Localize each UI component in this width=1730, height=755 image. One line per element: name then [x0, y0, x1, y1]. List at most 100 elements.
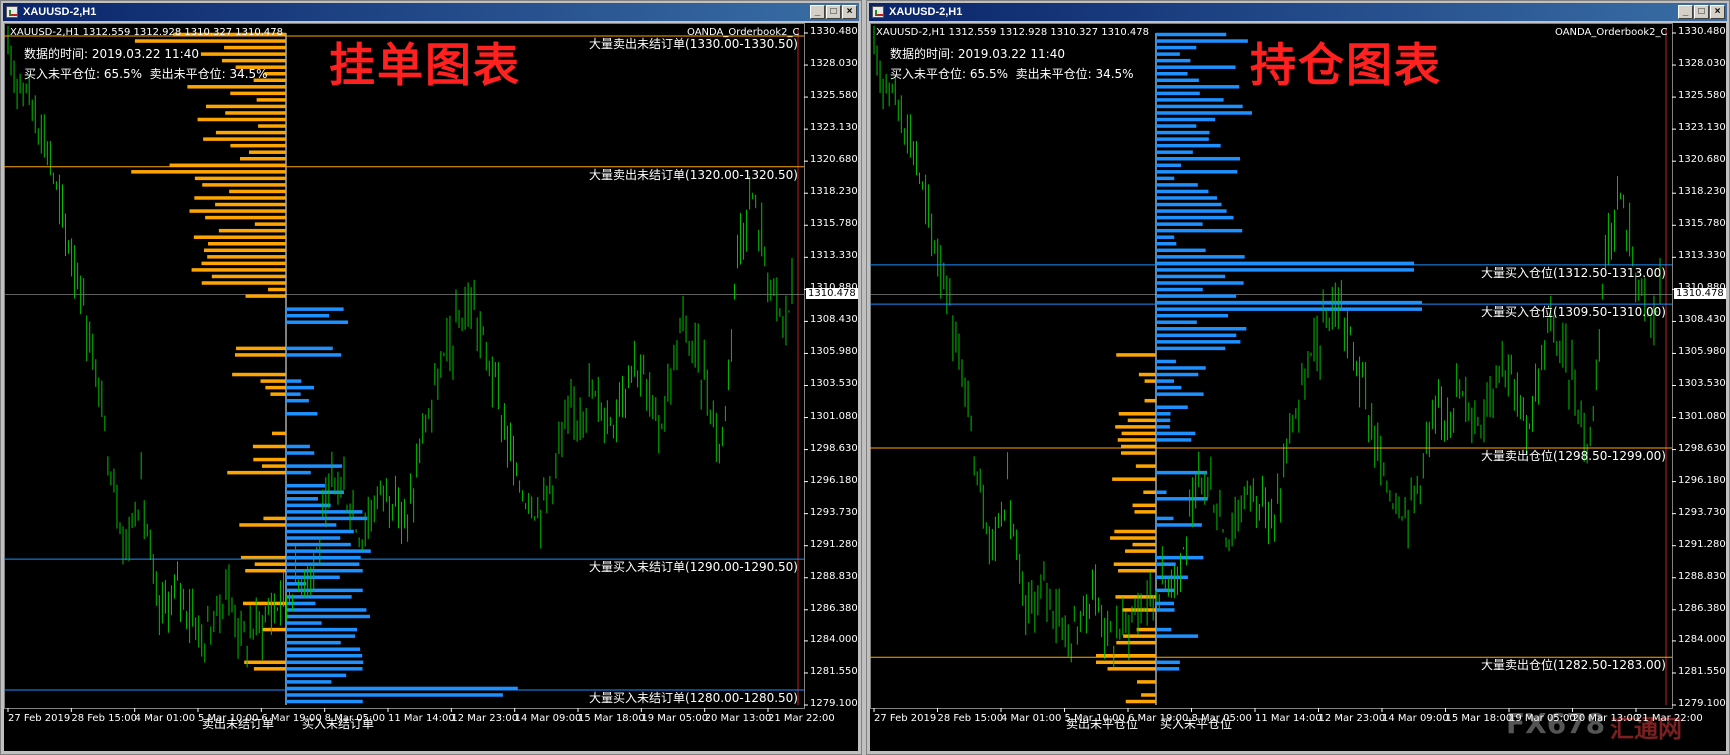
close-button[interactable]: ×: [1710, 5, 1725, 19]
price-axis-label: 1303.530: [810, 378, 858, 390]
level-label: 大量卖出仓位(1282.50-1283.00): [1481, 658, 1666, 673]
buy-position-bar: [1156, 327, 1247, 331]
time-axis-label: 6 Mar 19:00: [261, 713, 322, 724]
buy-position-bar: [1156, 601, 1174, 606]
sell-position-bar: [1134, 510, 1156, 514]
sell-order-bar: [221, 58, 286, 63]
sell-order-bar: [272, 431, 286, 436]
sell-order-bar: [205, 104, 286, 109]
price-axis-label: 1293.730: [810, 506, 858, 518]
window-titlebar[interactable]: XAUUSD-2,H1 _ □ ×: [869, 3, 1727, 21]
price-axis-label: 1279.100: [810, 698, 858, 709]
price-axis-label: 1301.080: [1678, 410, 1726, 422]
time-axis-label: 15 Mar 18:00: [578, 713, 645, 724]
buy-order-bar: [286, 320, 349, 324]
buy-order-bar: [286, 627, 358, 632]
chart-canvas[interactable]: XAUUSD-2,H1 1312.559 1312.928 1310.327 1…: [870, 23, 1726, 751]
buy-position-bar: [1156, 412, 1171, 416]
current-price-badge: 1310.478: [806, 287, 858, 299]
close-button[interactable]: ×: [842, 5, 857, 19]
sell-position-bar: [1117, 438, 1156, 442]
buy-position-bar: [1156, 91, 1200, 96]
window-titlebar[interactable]: XAUUSD-2,H1 _ □ ×: [3, 3, 859, 21]
sell-position-bar: [1132, 542, 1156, 547]
buy-order-bar: [286, 313, 330, 318]
buy-position-bar: [1156, 71, 1188, 76]
price-axis-label: 1296.180: [810, 474, 858, 486]
minimize-button[interactable]: _: [810, 5, 825, 19]
time-axis-label: 5 Mar 10:00: [198, 713, 259, 724]
buy-order-bar: [286, 398, 309, 403]
current-price-badge: 1310.478: [1674, 287, 1726, 299]
price-axis-label: 1308.430: [1678, 314, 1726, 326]
buy-position-bar: [1156, 333, 1237, 338]
sell-position-bar: [1143, 490, 1156, 495]
window-title: XAUUSD-2,H1: [23, 6, 97, 18]
price-axis-label: 1330.480: [810, 26, 858, 37]
chart-window-positions[interactable]: XAUUSD-2,H1 _ □ × XAUUSD-2,H1 1312.559 1…: [866, 0, 1730, 755]
price-axis-label: 1288.830: [810, 570, 858, 582]
buy-position-bar: [1156, 575, 1188, 580]
buy-order-bar: [286, 483, 325, 488]
sell-order-bar: [260, 379, 286, 383]
price-axis-label: 1325.580: [810, 90, 858, 102]
sell-order-bar: [131, 170, 286, 174]
level-label: 大量买入未结订单(1280.00-1280.50): [589, 690, 798, 705]
buy-order-bar: [286, 660, 364, 665]
sell-position-bar: [1141, 693, 1156, 697]
price-axis-label: 1330.480: [1678, 26, 1726, 37]
price-axis-label: 1293.730: [1678, 506, 1726, 518]
time-axis-label: 20 Mar 13:00: [704, 713, 772, 724]
level-label: 大量卖出未结订单(1320.00-1320.50): [589, 167, 798, 182]
sell-order-bar: [249, 150, 286, 154]
price-axis-label: 1298.630: [1678, 442, 1726, 454]
price-axis-label: 1305.980: [810, 346, 858, 358]
buy-order-bar: [286, 523, 337, 527]
maximize-button[interactable]: □: [1694, 5, 1709, 19]
sell-order-bar: [234, 353, 286, 357]
chart-window-orders[interactable]: XAUUSD-2,H1 _ □ × XAUUSD-2,H1 1312.559 1…: [0, 0, 862, 755]
level-label: 大量卖出未结订单(1330.00-1330.50): [589, 37, 798, 51]
buy-position-bar: [1156, 176, 1175, 181]
buy-position-bar: [1156, 255, 1245, 259]
price-axis-label: 1313.330: [1678, 250, 1726, 262]
sell-order-bar: [215, 202, 286, 207]
buy-order-bar: [286, 562, 360, 566]
buy-order-bar: [286, 614, 370, 619]
price-axis-label: 1323.130: [810, 122, 858, 134]
chart-canvas[interactable]: XAUUSD-2,H1 1312.559 1312.928 1310.327 1…: [4, 23, 858, 751]
sell-position-bar: [1121, 451, 1156, 455]
buy-position-bar: [1156, 104, 1243, 109]
sell-position-bar: [1135, 464, 1156, 468]
sell-position-bar: [1116, 353, 1156, 357]
time-axis-label: 12 Mar 23:00: [451, 713, 519, 724]
sell-order-bar: [258, 124, 286, 128]
sell-order-bar: [194, 196, 286, 200]
sell-order-bar: [134, 39, 286, 43]
sell-order-bar: [253, 667, 286, 671]
sell-order-bar: [208, 242, 286, 246]
buy-order-bar: [286, 529, 354, 534]
buy-position-bar: [1156, 170, 1238, 174]
chart-heading: 挂单图表: [329, 38, 521, 92]
sell-position-bar: [1107, 667, 1156, 671]
chart-window-icon: [872, 6, 884, 18]
time-axis-label: 8 Mar 05:00: [324, 713, 386, 724]
sell-order-bar: [224, 45, 286, 50]
sell-order-bar: [232, 372, 286, 377]
buy-order-bar: [286, 536, 341, 540]
price-axis-label: 1318.230: [810, 186, 858, 198]
maximize-button[interactable]: □: [826, 5, 841, 19]
sell-order-bar: [229, 189, 286, 194]
sell-order-bar: [203, 137, 286, 141]
price-axis-label: 1286.380: [1678, 602, 1726, 614]
buy-order-bar: [286, 693, 503, 697]
sell-order-bar: [205, 215, 286, 220]
buy-position-bar: [1156, 58, 1191, 63]
minimize-button[interactable]: _: [1678, 5, 1693, 19]
price-axis-label: 1288.830: [1678, 570, 1726, 582]
buy-position-bar: [1156, 196, 1217, 200]
sell-order-bar: [218, 228, 286, 233]
sell-position-bar: [1123, 634, 1156, 638]
price-axis-label: 1308.430: [810, 314, 858, 326]
